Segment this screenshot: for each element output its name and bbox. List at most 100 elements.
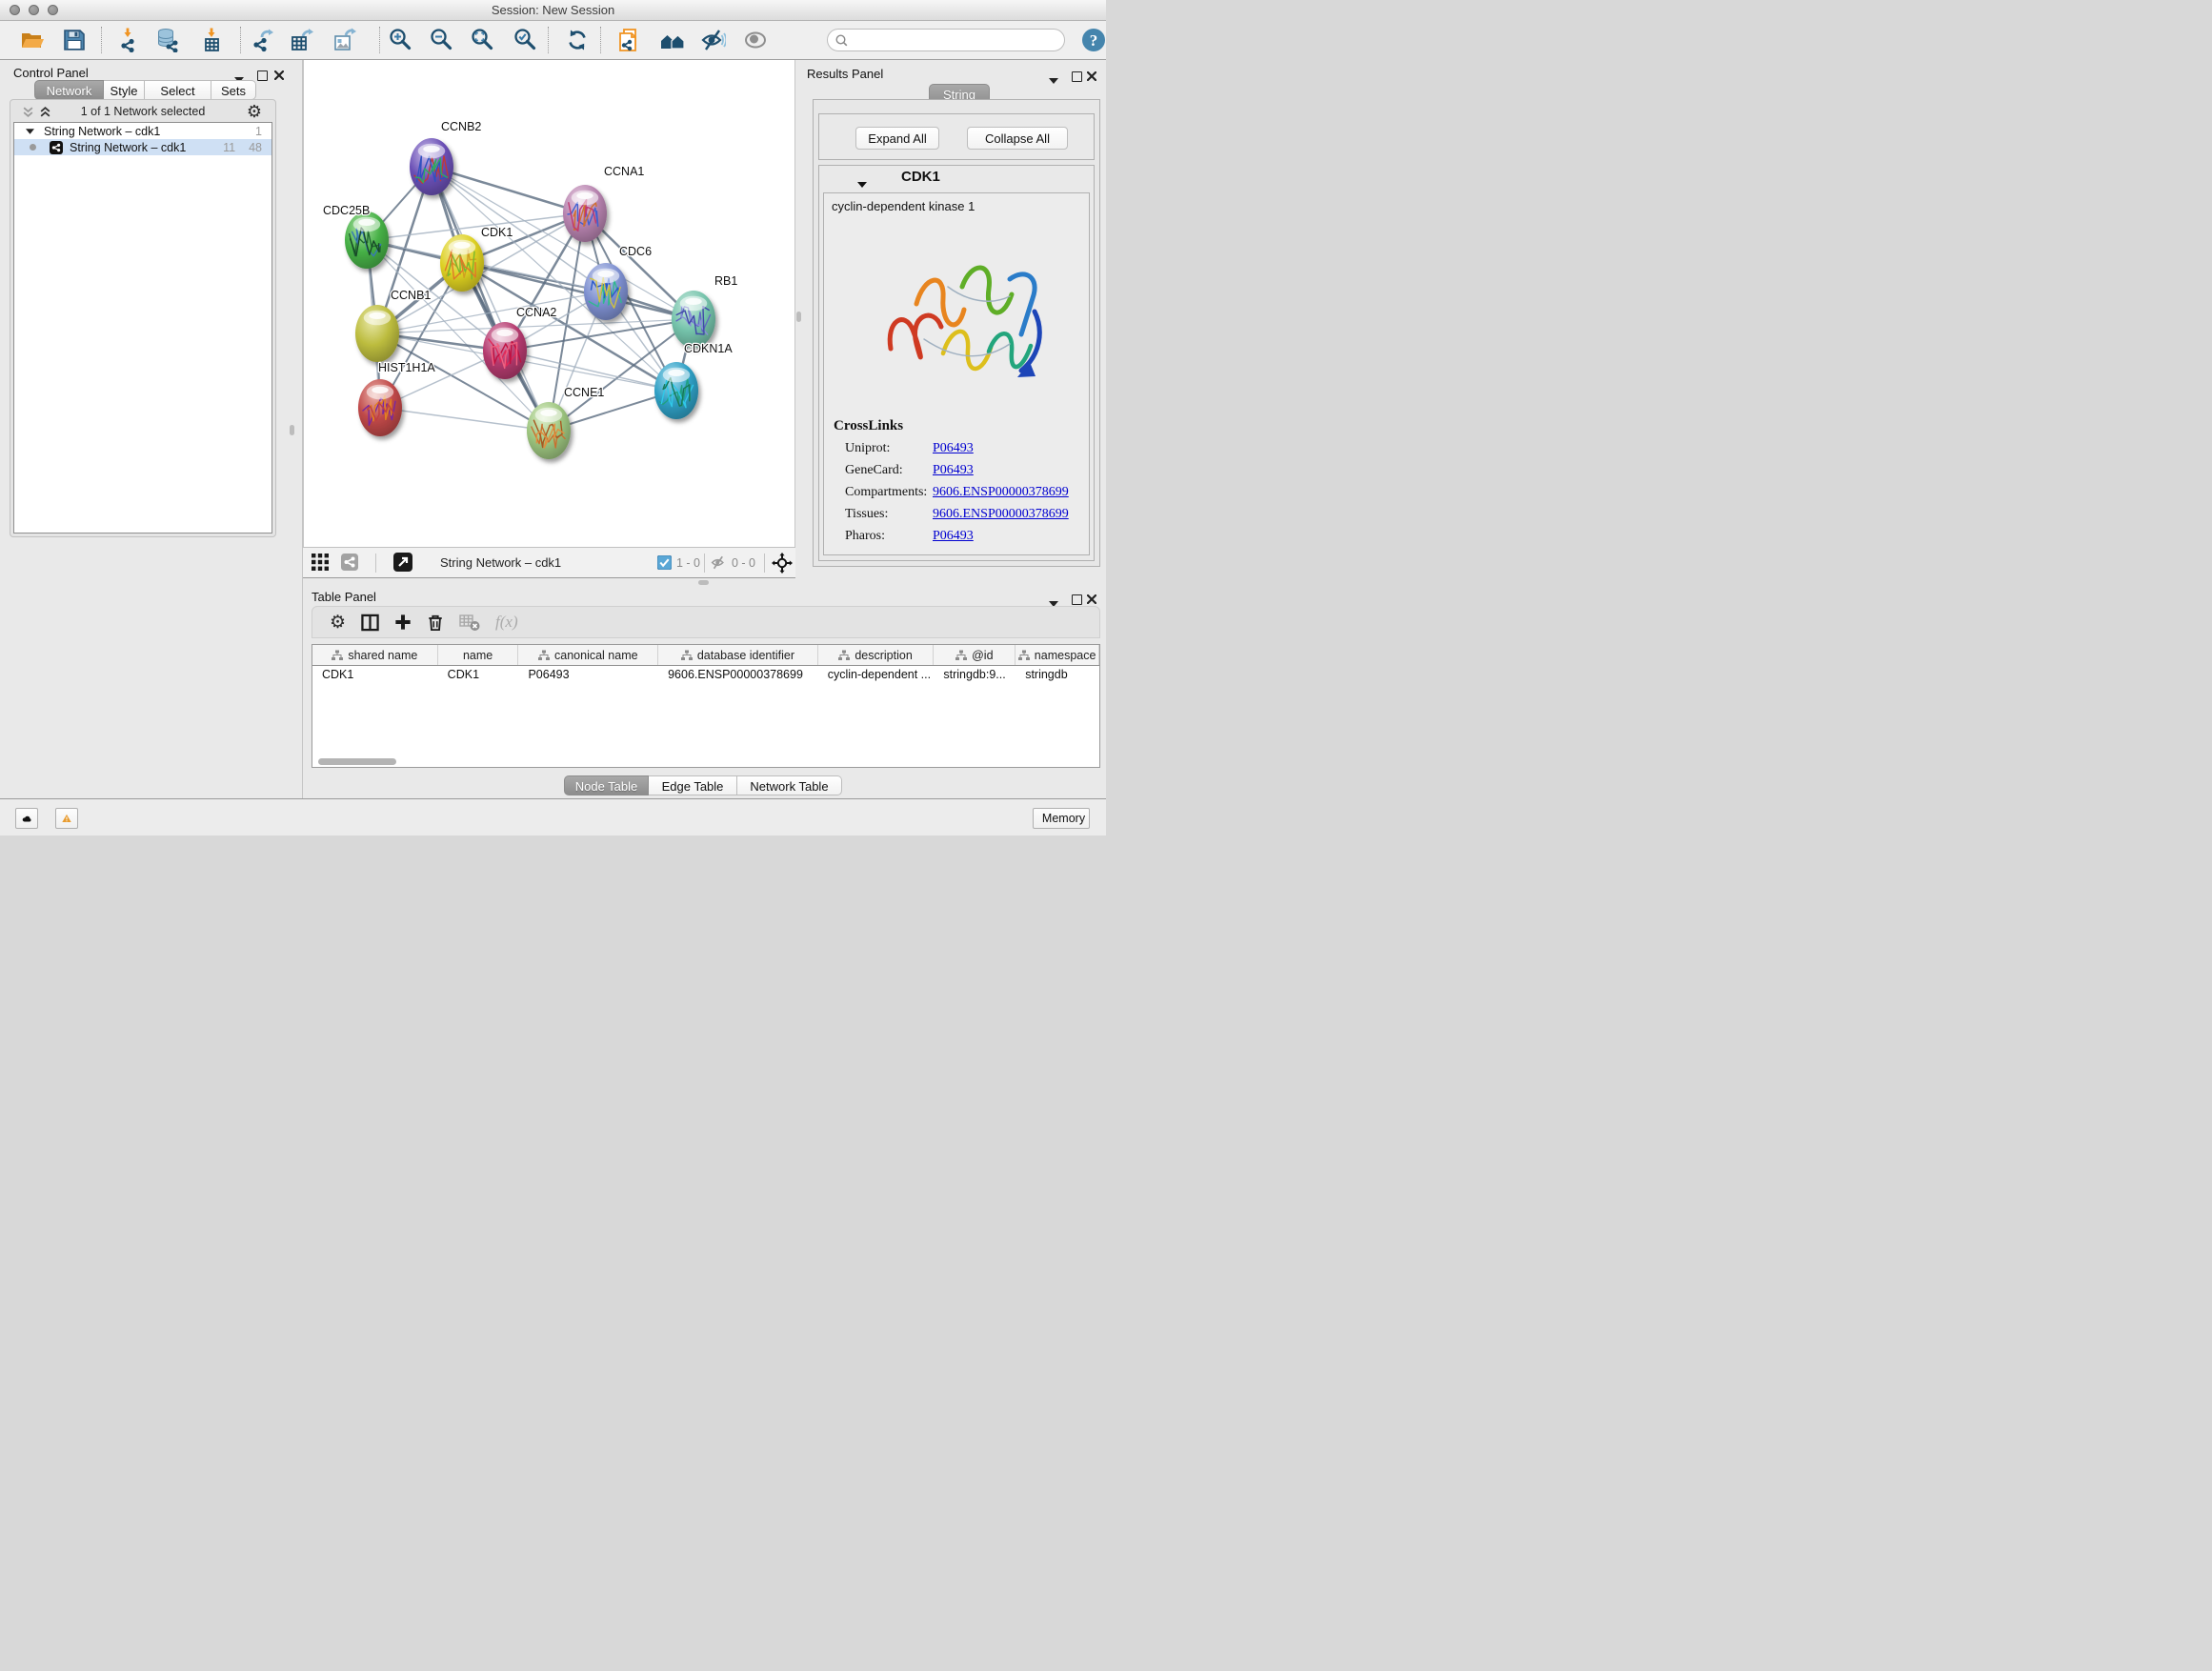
show-columns-button[interactable] — [361, 612, 379, 633]
tab-edge-table[interactable]: Edge Table — [649, 775, 737, 795]
results-panel-close-icon[interactable] — [1087, 69, 1096, 86]
string-style-icon[interactable] — [341, 554, 358, 575]
export-network-button[interactable] — [248, 26, 276, 54]
warnings-button[interactable] — [55, 808, 78, 829]
fit-content-button[interactable] — [468, 26, 496, 54]
node-CDKN1A[interactable] — [654, 362, 698, 419]
protein-collapse-icon[interactable] — [857, 175, 867, 192]
edge-CCNB2-CCNA1[interactable] — [432, 167, 585, 213]
cloud-status-button[interactable] — [15, 808, 38, 829]
table-row[interactable]: CDK1CDK1P064939606.ENSP00000378699cyclin… — [312, 666, 1099, 682]
open-session-button[interactable] — [18, 26, 47, 54]
column-header-name[interactable]: name — [438, 645, 519, 665]
node-HIST1H1A[interactable] — [358, 379, 402, 436]
create-column-button[interactable] — [394, 612, 412, 633]
column-header-description[interactable]: description — [818, 645, 935, 665]
import-network-file-button[interactable] — [114, 26, 143, 54]
memory-button[interactable]: Memory — [1033, 808, 1090, 829]
export-view-icon[interactable] — [393, 553, 412, 576]
node-CCNB1[interactable] — [355, 305, 399, 362]
import-network-database-button[interactable] — [154, 26, 183, 54]
node-RB1[interactable] — [672, 291, 715, 348]
node-label-RB1: RB1 — [714, 274, 737, 288]
import-table-file-button[interactable] — [197, 26, 226, 54]
network-row-selected[interactable]: String Network – cdk1 11 48 — [14, 139, 271, 155]
crosslink-row: GeneCard: P06493 — [845, 463, 1085, 485]
results-panel-collapse-icon[interactable] — [1049, 71, 1058, 89]
left-splitter-handle[interactable] — [290, 425, 294, 435]
crosslink-tissues-link[interactable]: 9606.ENSP00000378699 — [933, 507, 1069, 529]
node-CCNB2[interactable] — [410, 138, 453, 195]
save-floppy-icon — [62, 28, 87, 52]
expand-all-button[interactable]: Expand All — [855, 127, 939, 150]
search-input[interactable] — [854, 32, 1056, 48]
table-options-gear-icon[interactable]: ⚙ — [330, 612, 346, 633]
crosslink-pharos-link[interactable]: P06493 — [933, 529, 974, 551]
node-CDC25B[interactable] — [345, 211, 389, 269]
node-CCNA1[interactable] — [563, 185, 607, 242]
collection-expand-icon[interactable] — [26, 129, 34, 134]
column-header-label: @id — [972, 649, 993, 662]
zoom-out-button[interactable] — [427, 26, 455, 54]
tab-node-table[interactable]: Node Table — [564, 775, 649, 795]
column-header-canonical-name[interactable]: canonical name — [518, 645, 658, 665]
tab-style[interactable]: Style — [104, 80, 145, 100]
show-all-button[interactable] — [741, 26, 770, 54]
network-canvas[interactable]: CCNB2CCNA1CDC25BCDK1CDC6RB1CCNB1CCNA2CDK… — [303, 60, 795, 547]
table-cell[interactable]: P06493 — [518, 666, 658, 682]
birdseye-grid-icon[interactable] — [312, 554, 329, 575]
column-header-database-identifier[interactable]: database identifier — [658, 645, 818, 665]
control-panel-close-icon[interactable] — [274, 68, 284, 85]
status-bar: Memory — [0, 798, 1106, 836]
column-header--id[interactable]: @id — [934, 645, 1016, 665]
crosslink-uniprot-link[interactable]: P06493 — [933, 441, 974, 463]
horizontal-scrollbar[interactable] — [318, 758, 396, 765]
selected-checkbox-icon[interactable] — [657, 555, 672, 574]
column-header-shared-name[interactable]: shared name — [312, 645, 438, 665]
results-panel-float-icon[interactable] — [1072, 70, 1082, 87]
table-cell[interactable]: cyclin-dependent ... — [818, 666, 935, 682]
network-collection-row[interactable]: String Network – cdk1 1 — [14, 123, 271, 139]
network-list-options-gear-icon[interactable]: ⚙ — [247, 103, 262, 120]
column-header-namespace[interactable]: namespace — [1016, 645, 1099, 665]
table-cell[interactable]: 9606.ENSP00000378699 — [658, 666, 818, 682]
help-button[interactable]: ? — [1080, 27, 1106, 53]
memory-label: Memory — [1042, 812, 1085, 825]
node-CCNA2[interactable] — [483, 322, 527, 379]
tab-select[interactable]: Select — [145, 80, 211, 100]
network-graph[interactable]: CCNB2CCNA1CDC25BCDK1CDC6RB1CCNB1CCNA2CDK… — [304, 60, 794, 545]
zoom-in-button[interactable] — [386, 26, 414, 54]
export-table-button[interactable] — [288, 26, 316, 54]
string-network-icon — [50, 141, 63, 154]
control-panel-float-icon[interactable] — [257, 69, 268, 86]
table-cell[interactable]: stringdb — [1016, 666, 1099, 682]
trash-icon — [427, 614, 444, 632]
node-CDK1[interactable] — [440, 234, 484, 292]
table-cell[interactable]: stringdb:9... — [934, 666, 1016, 682]
collapse-all-button[interactable]: Collapse All — [967, 127, 1068, 150]
zoom-selected-button[interactable] — [511, 26, 539, 54]
node-CDC6[interactable] — [584, 263, 628, 320]
horizontal-splitter-handle[interactable] — [698, 580, 709, 585]
crosslink-genecard-link[interactable]: P06493 — [933, 463, 974, 485]
export-image-button[interactable] — [331, 26, 359, 54]
tab-sets[interactable]: Sets — [211, 80, 256, 100]
table-cell[interactable]: CDK1 — [312, 666, 438, 682]
tab-network[interactable]: Network — [34, 80, 104, 100]
hide-selected-button[interactable] — [699, 26, 728, 54]
edge-CCNB2-CCNE1[interactable] — [432, 167, 549, 431]
table-cell[interactable]: CDK1 — [438, 666, 519, 682]
delete-column-button[interactable] — [427, 612, 444, 633]
save-session-button[interactable] — [60, 26, 89, 54]
birdseye-toggle-icon[interactable] — [772, 553, 793, 578]
tab-network-table[interactable]: Network Table — [737, 775, 842, 795]
edge-HIST1H1A-CCNE1[interactable] — [380, 408, 549, 431]
first-neighbors-button[interactable] — [658, 26, 687, 54]
crosslink-compartments-link[interactable]: 9606.ENSP00000378699 — [933, 485, 1069, 507]
refresh-view-button[interactable] — [563, 26, 592, 54]
network-snapshot-button[interactable] — [614, 26, 643, 54]
collection-label: String Network – cdk1 — [44, 125, 160, 138]
network-node-count: 11 — [223, 141, 235, 154]
edge-CCNA2-CDKN1A[interactable] — [505, 351, 676, 391]
node-CCNE1[interactable] — [527, 402, 571, 459]
